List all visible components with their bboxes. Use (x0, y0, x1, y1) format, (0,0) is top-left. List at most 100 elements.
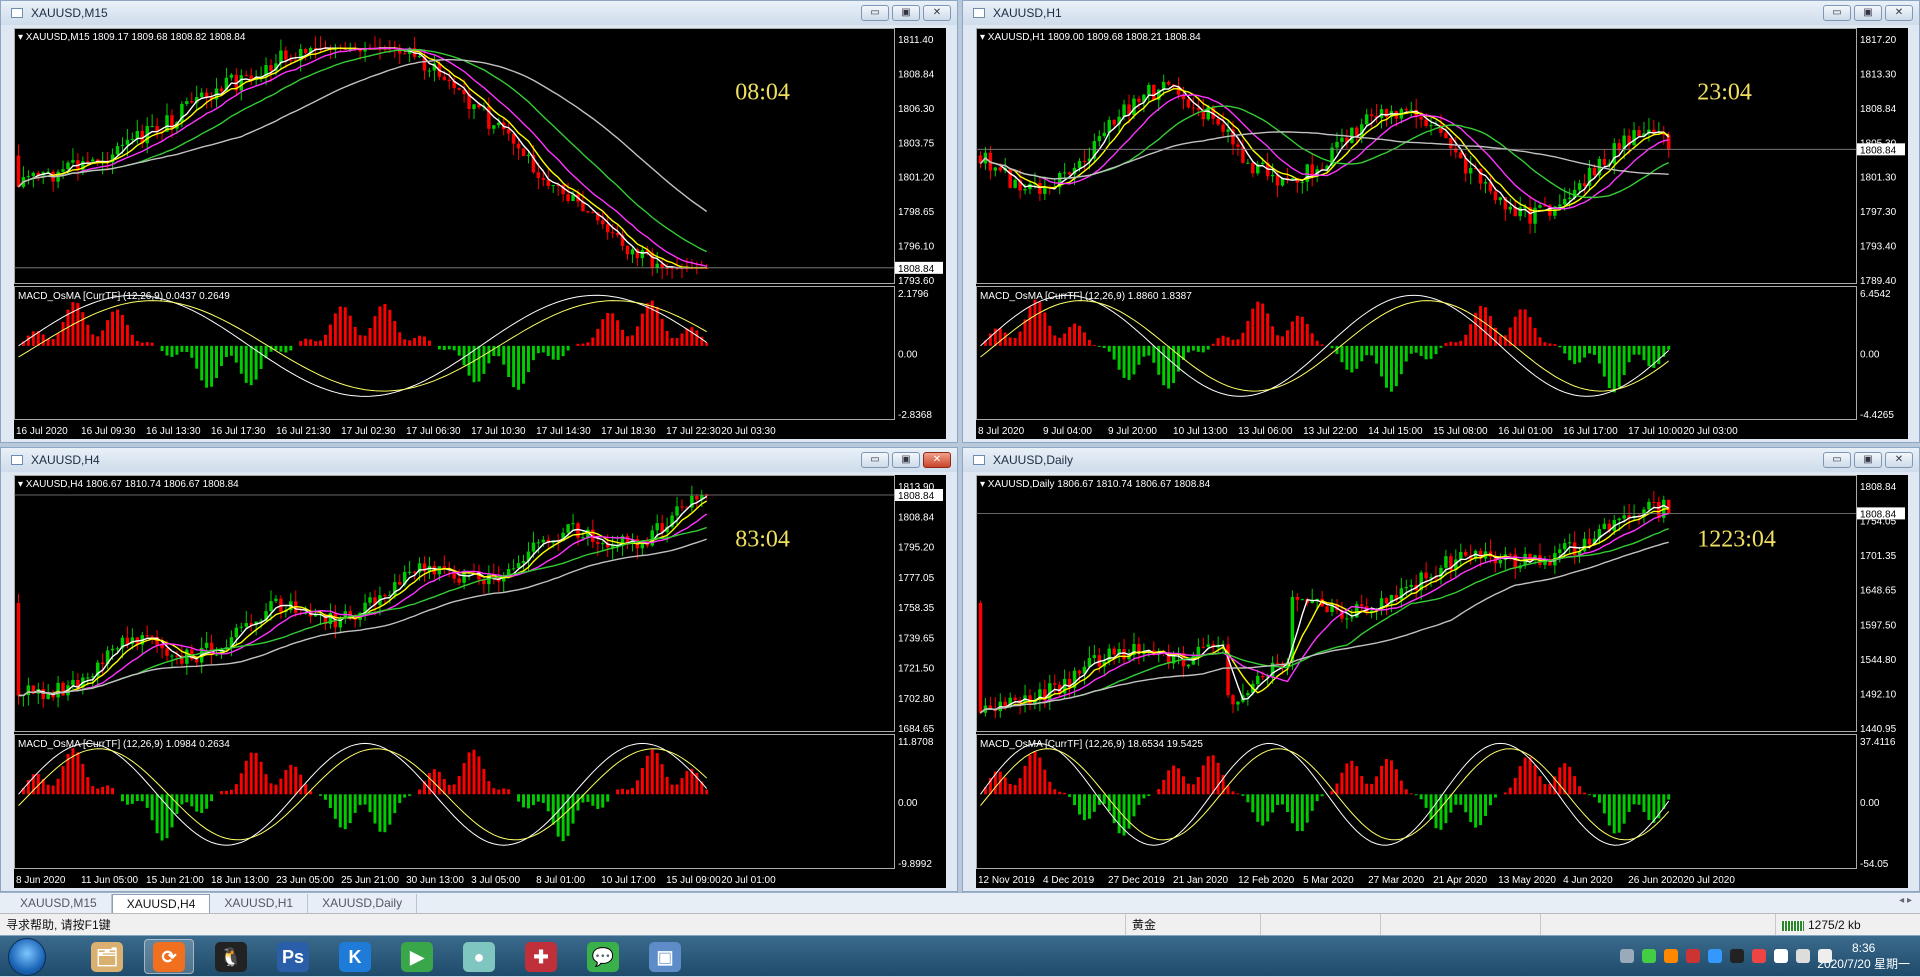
histogram-bar (1583, 792, 1587, 795)
tray-icon-6[interactable] (1730, 949, 1744, 963)
histogram-bar (1592, 345, 1596, 355)
histogram-bar (289, 764, 293, 795)
histogram-bar (1053, 335, 1057, 346)
taskbar-app-screen[interactable]: ▣ (640, 939, 690, 974)
price-axis-label: 1684.65 (898, 724, 935, 735)
histogram-bar (1186, 345, 1190, 353)
histogram-bar (338, 794, 342, 828)
tray-icon-2[interactable] (1642, 949, 1656, 963)
taskbar-app-wechat[interactable]: 💬 (578, 939, 628, 974)
histogram-bar (353, 794, 357, 813)
candle-body (1429, 125, 1433, 127)
time-axis-label: 20 Jul 01:00 (721, 875, 776, 886)
histogram-bar (1370, 345, 1374, 356)
tab-xauusd-daily[interactable]: XAUUSD,Daily (308, 894, 418, 913)
histogram-bar (150, 342, 154, 346)
tab-xauusd-m15[interactable]: XAUUSD,M15 (6, 894, 112, 913)
price-axis-label: 1701.35 (1860, 551, 1897, 562)
close-button[interactable]: ✕ (1885, 5, 1913, 21)
chart-canvas-m15[interactable]: 1808.84 ▾ XAUUSD,M15 1809.17 1809.68 1808… (14, 28, 946, 439)
window-titlebar[interactable]: XAUUSD,H4 ▭ ▣ ✕ (1, 448, 957, 472)
restore-button[interactable]: ▣ (1854, 5, 1882, 21)
candle-body (610, 232, 615, 234)
histogram-bar (1048, 325, 1052, 346)
histogram-bar (1068, 327, 1072, 346)
tray-icon-9[interactable] (1796, 949, 1810, 963)
oscillator-info: MACD_OsMA [CurrTF] (12,26,9) 0.0437 0.26… (18, 291, 230, 302)
tray-icon-3[interactable] (1664, 949, 1678, 963)
candle-body (1424, 572, 1428, 579)
bar-countdown: 83:04 (735, 527, 790, 553)
minimize-button[interactable]: ▭ (1823, 5, 1851, 21)
tab-xauusd-h4[interactable]: XAUUSD,H4 (111, 894, 211, 913)
chart-canvas-h4[interactable]: 1808.84 ▾ XAUUSD,H4 1806.67 1810.74 1806.… (14, 475, 946, 888)
histogram-bar (1637, 794, 1641, 805)
tray-icon-10[interactable] (1818, 949, 1832, 963)
histogram-bar (323, 334, 327, 346)
time-axis-label: 15 Jul 09:00 (666, 875, 721, 886)
tab-scroll-arrows[interactable]: ◂ ▸ (1899, 895, 1912, 906)
taskbar-app-kugou[interactable]: K (330, 939, 380, 974)
candle-body (417, 56, 422, 58)
candle-body (1300, 599, 1305, 601)
minimize-button[interactable]: ▭ (861, 452, 889, 468)
candle-body (41, 689, 45, 699)
histogram-bar (1335, 783, 1339, 795)
chart-canvas-d1[interactable]: 1808.84 ▾ XAUUSD,Daily 1806.67 1810.74 18… (976, 475, 1908, 888)
candle-body (650, 530, 654, 546)
tray-icon-7[interactable] (1752, 949, 1766, 963)
window-titlebar[interactable]: XAUUSD,Daily ▭ ▣ ✕ (963, 448, 1919, 472)
candle-body (437, 566, 442, 575)
histogram-bar (1375, 345, 1379, 364)
close-button[interactable]: ✕ (923, 5, 951, 21)
histogram-bar (1558, 767, 1562, 795)
restore-button[interactable]: ▣ (1854, 452, 1882, 468)
time-axis-label: 15 Jul 08:00 (1433, 426, 1488, 437)
taskbar-app-photoshop[interactable]: Ps (268, 939, 318, 974)
taskbar-app-explorer[interactable]: 🗂 (82, 939, 132, 974)
minimize-button[interactable]: ▭ (861, 5, 889, 21)
histogram-bar (1523, 757, 1527, 795)
histogram-bar (1300, 794, 1304, 831)
restore-icon: ▣ (1863, 7, 1873, 18)
window-titlebar[interactable]: XAUUSD,H1 ▭ ▣ ✕ (963, 1, 1919, 25)
start-button[interactable] (8, 938, 46, 976)
histogram-bar (1612, 345, 1616, 393)
tab-xauusd-h1[interactable]: XAUUSD,H1 (210, 894, 309, 913)
chart-window-m15[interactable]: XAUUSD,M15 ▭ ▣ ✕ 1808.84 ▾ XAUUSD,M15 1809.17… (0, 0, 958, 443)
candle-body (1260, 162, 1265, 165)
histogram-bar (477, 345, 481, 382)
histogram-bar (655, 753, 659, 795)
minimize-button[interactable]: ▭ (1823, 452, 1851, 468)
candle-body (1077, 670, 1082, 674)
taskbar-app-uk-flag[interactable]: ✚ (516, 939, 566, 974)
status-profile[interactable]: 黄金 (1125, 914, 1260, 936)
histogram-bar (1617, 794, 1621, 833)
window-titlebar[interactable]: XAUUSD,M15 ▭ ▣ ✕ (1, 1, 957, 25)
histogram-bar (1236, 793, 1240, 795)
close-button[interactable]: ✕ (1885, 452, 1913, 468)
taskbar-app-chat-bubble[interactable]: ● (454, 939, 504, 974)
candle-body (1563, 199, 1567, 205)
time-axis-label: 26 Jun 2020 (1628, 875, 1683, 886)
histogram-bar (200, 794, 204, 813)
chart-window-h1[interactable]: XAUUSD,H1 ▭ ▣ ✕ 1808.84 ▾ XAUUSD,H1 1809.00 1… (962, 0, 1920, 443)
histogram-bar (1003, 332, 1007, 346)
candle-body (1236, 144, 1240, 147)
tray-icon-5[interactable] (1708, 949, 1722, 963)
close-button[interactable]: ✕ (923, 452, 951, 468)
taskbar-app-player[interactable]: ▶ (392, 939, 442, 974)
tray-icon-8[interactable] (1774, 949, 1788, 963)
restore-button[interactable]: ▣ (892, 5, 920, 21)
restore-button[interactable]: ▣ (892, 452, 920, 468)
chart-window-h4[interactable]: XAUUSD,H4 ▭ ▣ ✕ 1808.84 ▾ XAUUSD,H4 1806.67 1… (0, 447, 958, 892)
time-axis-label: 16 Jul 2020 (16, 426, 68, 437)
histogram-bar (551, 345, 555, 360)
chart-window-d1[interactable]: XAUUSD,Daily ▭ ▣ ✕ 1808.84 ▾ XAUUSD,Daily 180… (962, 447, 1920, 892)
chart-canvas-h1[interactable]: 1808.84 ▾ XAUUSD,H1 1809.00 1809.68 1808.… (976, 28, 1908, 439)
tray-icon-1[interactable] (1620, 949, 1634, 963)
taskbar-app-metatrader[interactable]: ⟳ (144, 939, 194, 974)
time-axis-label: 12 Nov 2019 (978, 875, 1035, 886)
taskbar-app-qq[interactable]: 🐧 (206, 939, 256, 974)
tray-icon-4[interactable] (1686, 949, 1700, 963)
